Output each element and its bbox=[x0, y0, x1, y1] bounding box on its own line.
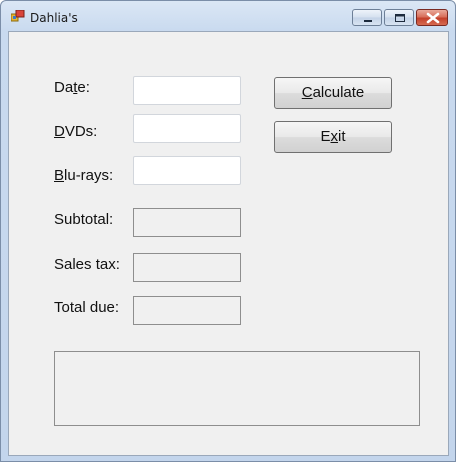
date-label: Date: bbox=[54, 79, 90, 96]
total-due-output bbox=[133, 296, 241, 325]
minimize-icon bbox=[364, 20, 372, 22]
subtotal-label: Subtotal: bbox=[54, 211, 114, 228]
app-window: Dahlia's Date: DVDs: Blu-rays: Subtotal:… bbox=[0, 0, 456, 462]
maximize-icon bbox=[395, 14, 405, 22]
date-input[interactable] bbox=[133, 76, 241, 105]
app-icon bbox=[11, 10, 25, 22]
blurays-label: Blu-rays: bbox=[54, 167, 114, 184]
maximize-button[interactable] bbox=[384, 9, 414, 26]
close-icon bbox=[426, 12, 440, 24]
blurays-input[interactable] bbox=[133, 156, 241, 185]
total-due-label: Total due: bbox=[54, 299, 120, 316]
title-bar[interactable]: Dahlia's bbox=[1, 1, 455, 31]
subtotal-output bbox=[133, 208, 241, 237]
calculate-button[interactable]: Calculate bbox=[274, 77, 392, 109]
minimize-button[interactable] bbox=[352, 9, 382, 26]
form-client-area: Date: DVDs: Blu-rays: Subtotal: Sales ta… bbox=[8, 31, 449, 456]
window-title: Dahlia's bbox=[30, 11, 78, 25]
sales-tax-output bbox=[133, 253, 241, 282]
close-button[interactable] bbox=[416, 9, 448, 26]
exit-button[interactable]: Exit bbox=[274, 121, 392, 153]
sales-tax-label: Sales tax: bbox=[54, 256, 120, 273]
dvds-label: DVDs: bbox=[54, 123, 98, 140]
message-output-box bbox=[54, 351, 420, 426]
dvds-input[interactable] bbox=[133, 114, 241, 143]
